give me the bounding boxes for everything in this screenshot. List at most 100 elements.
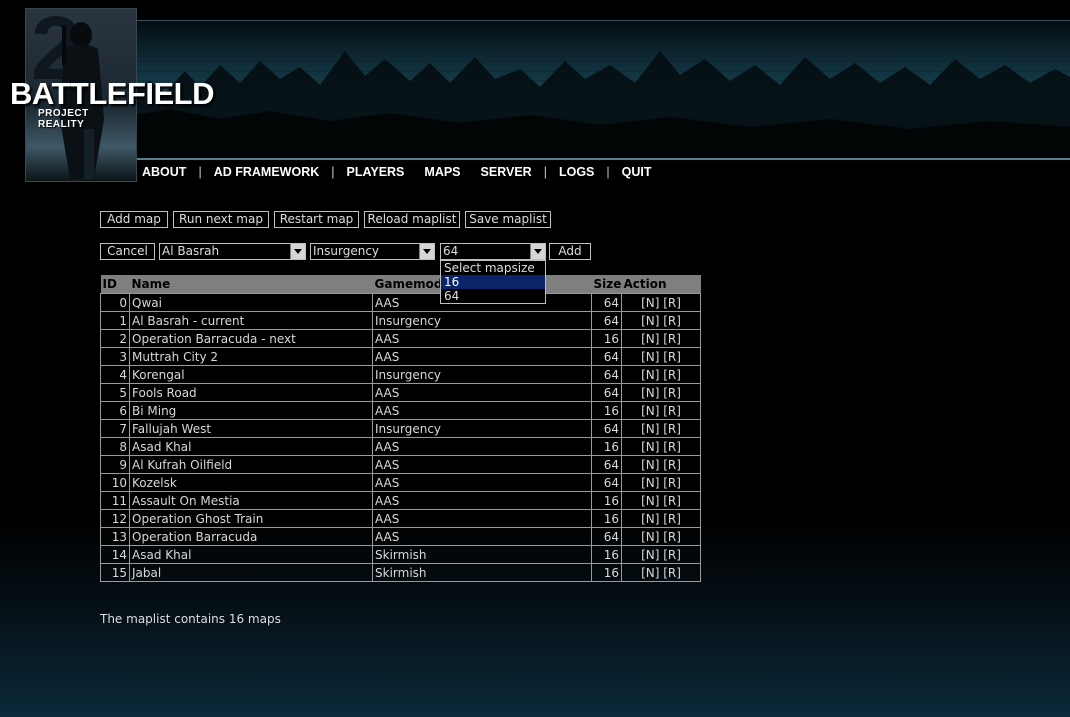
action-new-link[interactable]: [N] <box>641 476 659 490</box>
action-remove-link[interactable]: [R] <box>663 422 681 436</box>
mapsize-select-value: 64 <box>443 244 459 258</box>
action-new-link[interactable]: [N] <box>641 512 659 526</box>
table-row: 0 Qwai AAS 64 [N] [R] <box>100 293 701 312</box>
map-id: 14 <box>100 545 130 564</box>
map-name: Bi Ming <box>129 401 373 420</box>
action-remove-link[interactable]: [R] <box>663 332 681 346</box>
map-select[interactable]: Al Basrah <box>159 243 306 260</box>
map-id: 9 <box>100 455 130 474</box>
map-actions: [N] [R] <box>621 473 701 492</box>
table-row: 1 Al Basrah - current Insurgency 64 [N] [R] <box>100 311 701 330</box>
action-new-link[interactable]: [N] <box>641 332 659 346</box>
map-name: Operation Ghost Train <box>129 509 373 528</box>
table-row: 15 Jabal Skirmish 16 [N] [R] <box>100 563 701 582</box>
map-id: 1 <box>100 311 130 330</box>
action-remove-link[interactable]: [R] <box>663 386 681 400</box>
map-gamemode: AAS <box>372 383 592 402</box>
nav-quit[interactable]: QUIT <box>622 165 652 179</box>
add-button[interactable]: Add <box>549 243 591 260</box>
mapsize-option[interactable]: 16 <box>441 275 545 289</box>
action-new-link[interactable]: [N] <box>641 404 659 418</box>
action-remove-link[interactable]: [R] <box>663 296 681 310</box>
gamemode-select[interactable]: Insurgency <box>310 243 435 260</box>
map-actions: [N] [R] <box>621 455 701 474</box>
map-id: 8 <box>100 437 130 456</box>
action-remove-link[interactable]: [R] <box>663 476 681 490</box>
nav-players[interactable]: PLAYERS <box>347 165 405 179</box>
action-new-link[interactable]: [N] <box>641 494 659 508</box>
action-remove-link[interactable]: [R] <box>663 566 681 580</box>
map-size: 16 <box>591 545 622 564</box>
action-new-link[interactable]: [N] <box>641 296 659 310</box>
action-new-link[interactable]: [N] <box>641 386 659 400</box>
map-gamemode: Skirmish <box>372 563 592 582</box>
table-row: 3 Muttrah City 2 AAS 64 [N] [R] <box>100 347 701 366</box>
action-remove-link[interactable]: [R] <box>663 404 681 418</box>
mapsize-dropdown-list: Select mapsize 16 64 <box>440 260 546 304</box>
maplist-body: 0 Qwai AAS 64 [N] [R] 1 Al Basrah - current Ins… <box>100 293 701 582</box>
map-gamemode: AAS <box>372 527 592 546</box>
map-size: 64 <box>591 383 622 402</box>
gamemode-select-value: Insurgency <box>313 244 380 258</box>
chevron-down-icon[interactable] <box>419 244 434 259</box>
action-remove-link[interactable]: [R] <box>663 314 681 328</box>
chevron-down-icon[interactable] <box>290 244 305 259</box>
nav-server[interactable]: SERVER <box>481 165 532 179</box>
nav-maps[interactable]: MAPS <box>424 165 460 179</box>
action-new-link[interactable]: [N] <box>641 422 659 436</box>
mapsize-option[interactable]: Select mapsize <box>441 261 545 275</box>
action-remove-link[interactable]: [R] <box>663 512 681 526</box>
action-remove-link[interactable]: [R] <box>663 440 681 454</box>
map-size: 16 <box>591 563 622 582</box>
column-header-action: Action <box>621 275 701 294</box>
action-new-link[interactable]: [N] <box>641 548 659 562</box>
column-header-name: Name <box>129 275 373 294</box>
action-remove-link[interactable]: [R] <box>663 368 681 382</box>
map-name: Fallujah West <box>129 419 373 438</box>
action-remove-link[interactable]: [R] <box>663 350 681 364</box>
action-new-link[interactable]: [N] <box>641 530 659 544</box>
mapsize-option[interactable]: 64 <box>441 289 545 303</box>
add-map-button[interactable]: Add map <box>100 211 168 228</box>
action-new-link[interactable]: [N] <box>641 566 659 580</box>
map-id: 2 <box>100 329 130 348</box>
map-id: 7 <box>100 419 130 438</box>
action-remove-link[interactable]: [R] <box>663 458 681 472</box>
run-next-map-button[interactable]: Run next map <box>173 211 269 228</box>
chevron-down-icon[interactable] <box>530 244 545 259</box>
map-name: Qwai <box>129 293 373 312</box>
maplist-table: ID Name Gamemode Size Action 0 Qwai AAS 64[… <box>100 275 701 582</box>
action-new-link[interactable]: [N] <box>641 368 659 382</box>
logo-title: BATTLEFIELD <box>10 76 215 111</box>
action-new-link[interactable]: [N] <box>641 350 659 364</box>
table-header-row: ID Name Gamemode Size Action <box>100 275 701 294</box>
map-id: 3 <box>100 347 130 366</box>
map-gamemode: Insurgency <box>372 311 592 330</box>
save-maplist-button[interactable]: Save maplist <box>465 211 551 228</box>
map-id: 13 <box>100 527 130 546</box>
action-remove-link[interactable]: [R] <box>663 494 681 508</box>
action-new-link[interactable]: [N] <box>641 458 659 472</box>
reload-maplist-button[interactable]: Reload maplist <box>364 211 460 228</box>
action-new-link[interactable]: [N] <box>641 314 659 328</box>
nav-about[interactable]: ABOUT <box>142 165 186 179</box>
mapsize-select[interactable]: 64 <box>440 243 546 260</box>
map-id: 12 <box>100 509 130 528</box>
map-gamemode: Insurgency <box>372 365 592 384</box>
map-id: 6 <box>100 401 130 420</box>
nav-ad-framework[interactable]: AD FRAMEWORK <box>214 165 320 179</box>
map-name: Asad Khal <box>129 545 373 564</box>
restart-map-button[interactable]: Restart map <box>274 211 359 228</box>
cancel-button[interactable]: Cancel <box>100 243 155 260</box>
action-remove-link[interactable]: [R] <box>663 530 681 544</box>
map-gamemode: AAS <box>372 509 592 528</box>
map-name: Korengal <box>129 365 373 384</box>
action-remove-link[interactable]: [R] <box>663 548 681 562</box>
map-name: Asad Khal <box>129 437 373 456</box>
column-header-size: Size <box>591 275 622 294</box>
action-new-link[interactable]: [N] <box>641 440 659 454</box>
banner-divider <box>130 158 1070 160</box>
nav-separator: | <box>543 165 547 179</box>
nav-logs[interactable]: LOGS <box>559 165 594 179</box>
map-name: Al Basrah - current <box>129 311 373 330</box>
